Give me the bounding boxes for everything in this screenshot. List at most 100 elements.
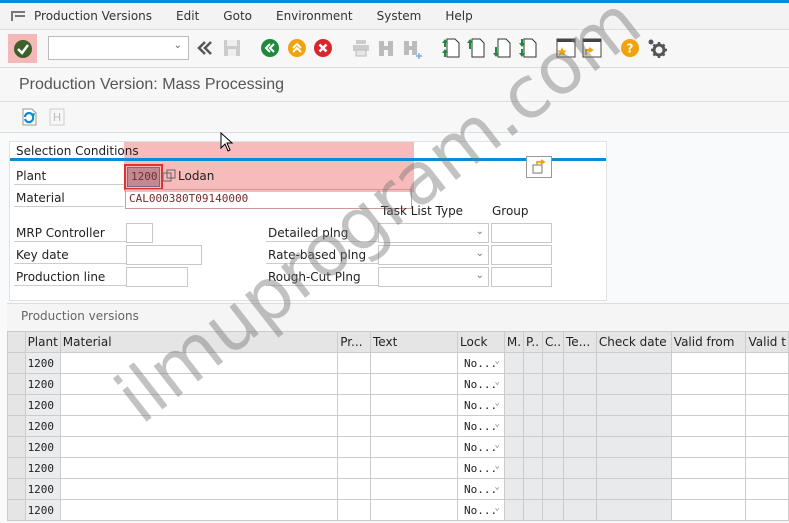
lock-dropdown[interactable]: No... ⌄ (457, 373, 505, 395)
detailed-group-input[interactable] (491, 223, 552, 243)
text-cell[interactable] (370, 352, 459, 374)
material-cell[interactable] (59, 457, 339, 479)
column-header-material[interactable]: Material (59, 331, 339, 353)
table-row[interactable]: 1200 No... ⌄ (7, 394, 789, 416)
production-version-cell[interactable] (337, 499, 372, 521)
column-header-c[interactable]: C.. (541, 331, 565, 353)
mrp-controller-input[interactable] (126, 223, 153, 243)
column-header-production-version[interactable]: Pr... (337, 331, 372, 353)
column-header-valid-to[interactable]: Valid t (745, 331, 789, 353)
production-version-cell[interactable] (337, 394, 372, 416)
lock-dropdown[interactable]: No... ⌄ (457, 478, 505, 500)
find-button[interactable] (376, 38, 396, 58)
first-page-button[interactable] (441, 37, 461, 59)
table-row[interactable]: 1200 No... ⌄ (7, 457, 789, 479)
valid-from-cell[interactable] (670, 499, 747, 521)
multiple-selection-button[interactable] (526, 156, 552, 178)
valid-to-cell[interactable] (745, 415, 789, 437)
select-all-cell[interactable] (7, 331, 26, 353)
production-line-input[interactable] (126, 267, 188, 287)
rough-cut-plng-dropdown[interactable]: ⌄ (378, 267, 489, 287)
valid-to-cell[interactable] (745, 436, 789, 458)
valid-from-cell[interactable] (670, 478, 747, 500)
next-page-button[interactable] (492, 37, 512, 59)
material-cell[interactable] (59, 352, 339, 374)
column-header-te[interactable]: Te... (563, 331, 597, 353)
menu-environment[interactable]: Environment (276, 9, 353, 23)
table-row[interactable]: 1200 No... ⌄ (7, 415, 789, 437)
hold-button[interactable]: H (49, 108, 65, 126)
production-version-cell[interactable] (337, 415, 372, 437)
back-button[interactable] (260, 38, 280, 58)
row-selector-cell[interactable] (7, 352, 26, 374)
row-selector-cell[interactable] (7, 394, 26, 416)
find-next-button[interactable] (401, 38, 423, 60)
menu-production-versions[interactable]: Production Versions (34, 9, 152, 23)
column-header-text[interactable]: Text (370, 331, 459, 353)
valid-from-cell[interactable] (670, 352, 747, 374)
valid-from-cell[interactable] (670, 436, 747, 458)
enter-button[interactable] (8, 34, 37, 63)
print-button[interactable] (351, 38, 371, 58)
back-double-button[interactable] (196, 39, 214, 57)
lock-dropdown[interactable]: No... ⌄ (457, 394, 505, 416)
material-input[interactable]: CAL000380T09140000 (125, 189, 412, 209)
row-selector-cell[interactable] (7, 373, 26, 395)
production-version-cell[interactable] (337, 478, 372, 500)
valid-to-cell[interactable] (745, 478, 789, 500)
rough-cut-group-input[interactable] (491, 267, 552, 287)
valid-from-cell[interactable] (670, 415, 747, 437)
rate-based-group-input[interactable] (491, 245, 552, 265)
column-header-p[interactable]: P.. (523, 331, 543, 353)
material-cell[interactable] (59, 373, 339, 395)
production-version-cell[interactable] (337, 436, 372, 458)
text-cell[interactable] (370, 499, 459, 521)
cancel-button[interactable] (313, 38, 333, 58)
material-cell[interactable] (59, 394, 339, 416)
row-selector-cell[interactable] (7, 415, 26, 437)
text-cell[interactable] (370, 394, 459, 416)
material-cell[interactable] (59, 415, 339, 437)
lock-dropdown[interactable]: No... ⌄ (457, 457, 505, 479)
menu-edit[interactable]: Edit (176, 9, 199, 23)
table-row[interactable]: 1200 No... ⌄ (7, 499, 789, 521)
table-row[interactable]: 1200 No... ⌄ (7, 352, 789, 374)
exit-button[interactable] (287, 38, 307, 58)
table-row[interactable]: 1200 No... ⌄ (7, 436, 789, 458)
customize-button[interactable] (646, 37, 668, 59)
text-cell[interactable] (370, 457, 459, 479)
column-header-lock[interactable]: Lock (457, 331, 505, 353)
column-header-check-date[interactable]: Check date (595, 331, 672, 353)
refresh-button[interactable] (19, 107, 39, 127)
open-shortcut-button[interactable] (582, 37, 602, 59)
production-version-cell[interactable] (337, 352, 372, 374)
column-header-m[interactable]: M. (503, 331, 525, 353)
lock-dropdown[interactable]: No... ⌄ (457, 436, 505, 458)
material-cell[interactable] (59, 499, 339, 521)
text-cell[interactable] (370, 436, 459, 458)
valid-to-cell[interactable] (745, 394, 789, 416)
row-selector-cell[interactable] (7, 499, 26, 521)
valid-from-cell[interactable] (670, 457, 747, 479)
help-button[interactable]: ? (620, 38, 640, 58)
row-selector-cell[interactable] (7, 436, 26, 458)
production-version-cell[interactable] (337, 373, 372, 395)
save-button[interactable] (222, 38, 242, 58)
lock-dropdown[interactable]: No... ⌄ (457, 352, 505, 374)
valid-from-cell[interactable] (670, 394, 747, 416)
valid-to-cell[interactable] (745, 373, 789, 395)
command-field[interactable]: ⌄ (48, 36, 189, 60)
lock-dropdown[interactable]: No... ⌄ (457, 415, 505, 437)
row-selector-cell[interactable] (7, 478, 26, 500)
row-selector-cell[interactable] (7, 457, 26, 479)
plant-input[interactable]: 1200 (124, 164, 163, 190)
lock-dropdown[interactable]: No... ⌄ (457, 499, 505, 521)
valid-from-cell[interactable] (670, 373, 747, 395)
previous-page-button[interactable] (466, 37, 486, 59)
text-cell[interactable] (370, 373, 459, 395)
create-shortcut-button[interactable] (556, 37, 576, 59)
production-version-cell[interactable] (337, 457, 372, 479)
material-cell[interactable] (59, 478, 339, 500)
plant-f4-button[interactable] (162, 169, 176, 186)
detailed-plng-dropdown[interactable]: ⌄ (378, 223, 489, 243)
